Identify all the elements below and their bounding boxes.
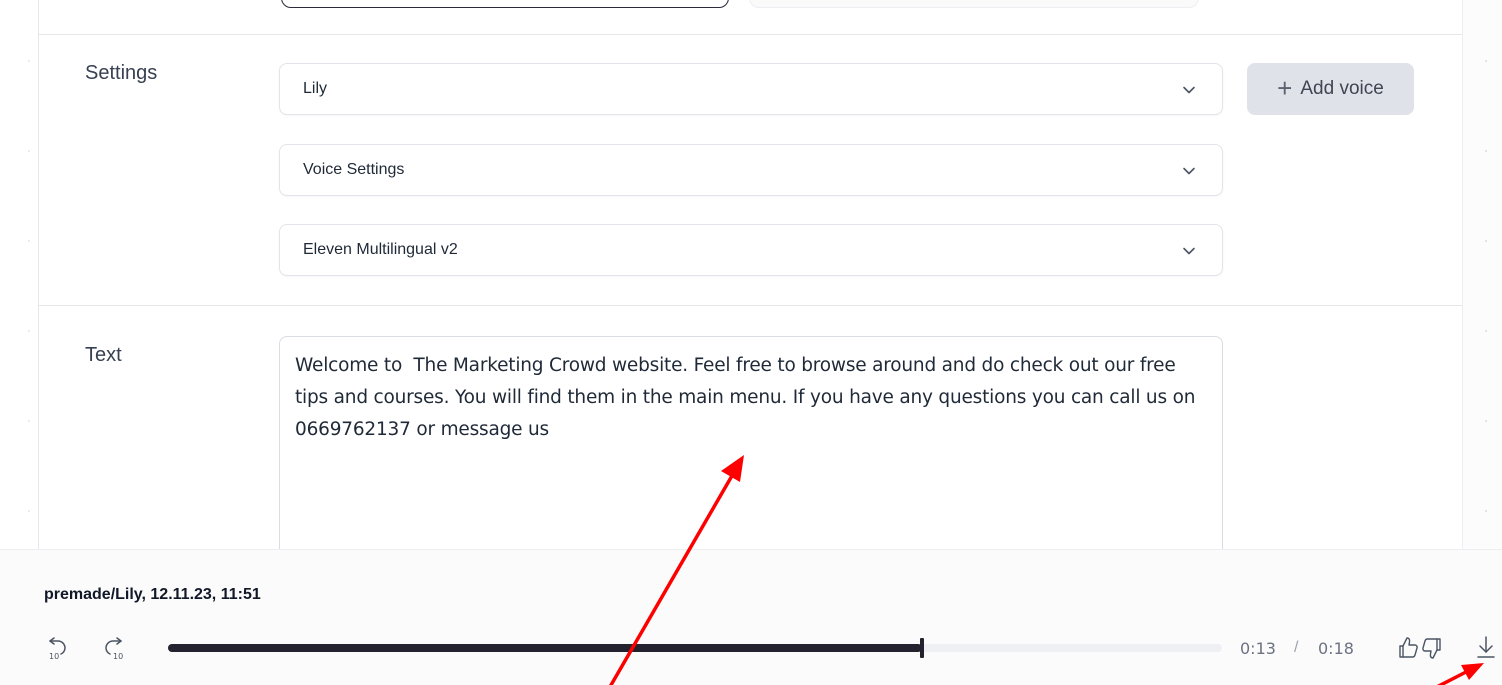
thumbs-down-icon[interactable] — [1420, 634, 1444, 662]
voice-select[interactable]: Lily — [279, 63, 1223, 115]
grid-dot — [1485, 330, 1487, 332]
add-voice-label: Add voice — [1300, 78, 1384, 99]
grid-dot — [28, 150, 30, 152]
rewind-10-icon[interactable]: 10 — [45, 634, 71, 662]
top-tab-active[interactable] — [281, 0, 729, 8]
audio-player: premade/Lily, 12.11.23, 11:51 10 10 0:13… — [0, 549, 1502, 685]
grid-dot — [28, 420, 30, 422]
grid-dot — [28, 510, 30, 512]
time-separator: / — [1294, 639, 1299, 656]
svg-text:10: 10 — [49, 652, 59, 661]
model-select[interactable]: Eleven Multilingual v2 — [279, 224, 1223, 276]
grid-dot — [28, 60, 30, 62]
grid-dot — [28, 330, 30, 332]
top-strip — [39, 0, 1463, 35]
voice-settings-select[interactable]: Voice Settings — [279, 144, 1223, 196]
top-tab-inactive[interactable] — [749, 0, 1199, 8]
player-title: premade/Lily, 12.11.23, 11:51 — [44, 586, 261, 603]
progress-track[interactable] — [168, 638, 1222, 658]
voice-settings-value: Voice Settings — [303, 161, 405, 178]
model-select-value: Eleven Multilingual v2 — [303, 241, 458, 258]
grid-dot — [1485, 240, 1487, 242]
page: Settings Lily + Add voice Voice Settings… — [0, 0, 1502, 685]
grid-dot — [1485, 60, 1487, 62]
grid-dot — [1485, 150, 1487, 152]
add-voice-button[interactable]: + Add voice — [1247, 63, 1414, 115]
player-controls: 10 10 0:13 / 0:18 — [0, 634, 1502, 664]
plus-icon: + — [1277, 73, 1293, 103]
voice-select-value: Lily — [303, 80, 328, 97]
progress-handle[interactable] — [920, 638, 924, 658]
section-divider — [39, 305, 1463, 306]
settings-label: Settings — [85, 62, 158, 84]
chevron-down-icon — [1183, 247, 1195, 255]
grid-dot — [28, 240, 30, 242]
current-time: 0:13 — [1240, 639, 1276, 658]
download-icon[interactable] — [1474, 634, 1498, 662]
svg-text:10: 10 — [113, 652, 123, 661]
grid-dot — [1485, 510, 1487, 512]
total-time: 0:18 — [1318, 639, 1354, 658]
grid-dot — [1485, 420, 1487, 422]
chevron-down-icon — [1183, 167, 1195, 175]
progress-fill — [168, 644, 922, 652]
thumbs-up-icon[interactable] — [1396, 634, 1420, 662]
chevron-down-icon — [1183, 86, 1195, 94]
text-label: Text — [85, 344, 122, 366]
forward-10-icon[interactable]: 10 — [103, 634, 129, 662]
